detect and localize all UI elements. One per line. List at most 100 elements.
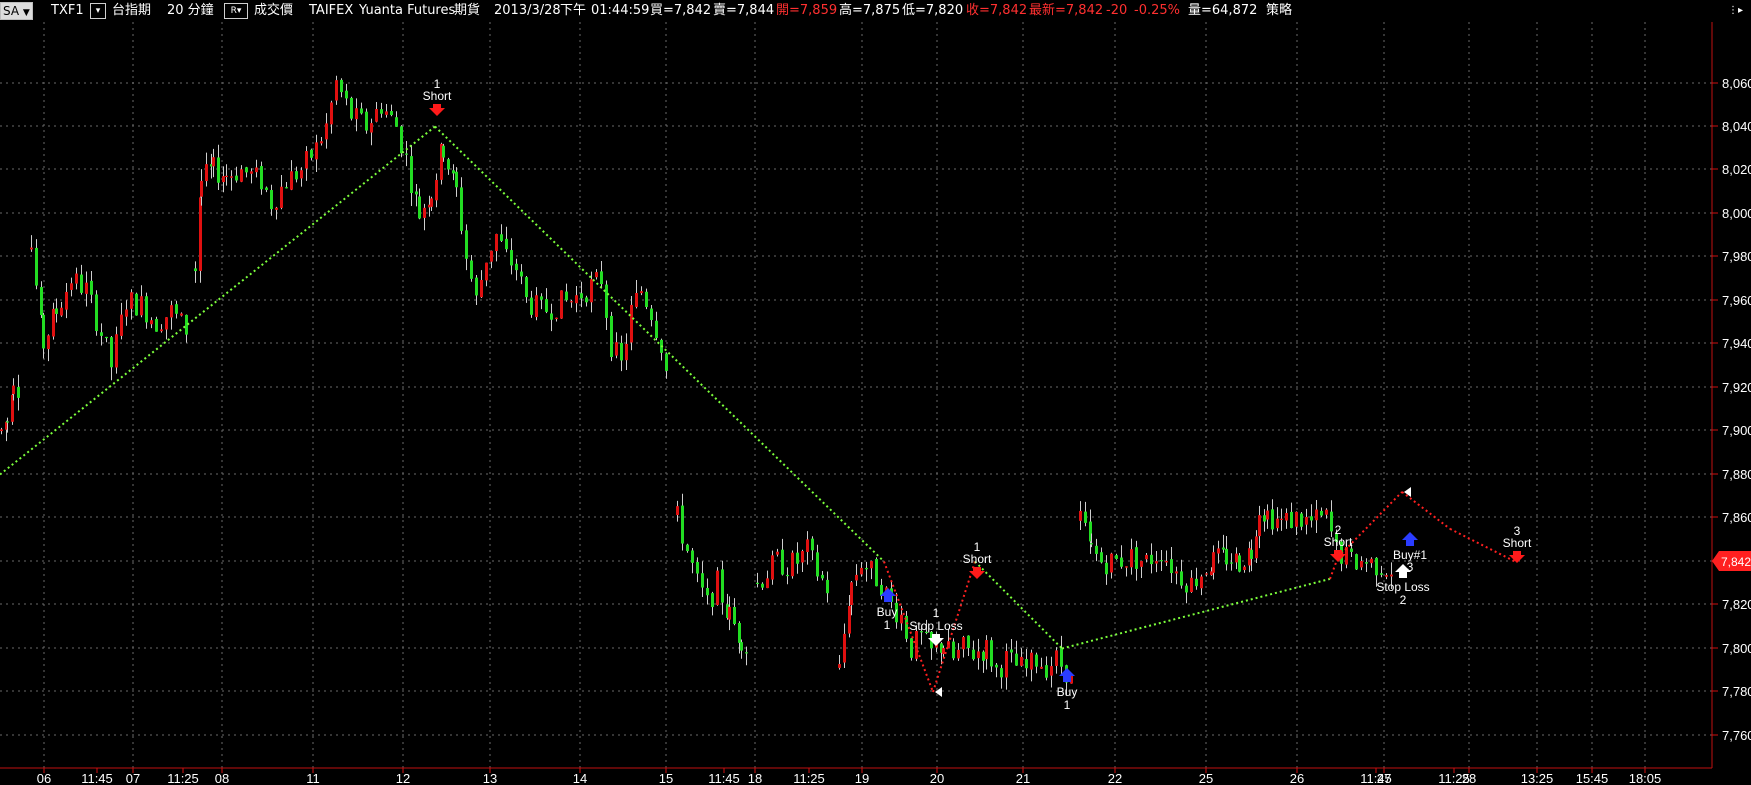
candle-body (686, 544, 689, 552)
candle-body (1212, 552, 1215, 573)
candle-body (510, 250, 513, 266)
candle-body (455, 171, 458, 188)
candle-body (235, 175, 238, 181)
candle-body (390, 111, 393, 116)
short-signal-3-label: Short (1503, 536, 1532, 550)
candle-body (442, 145, 445, 158)
candle-body (1235, 553, 1238, 563)
candle-body (115, 334, 118, 368)
ask-price: 賣=7,844 (713, 3, 775, 18)
candle-body (625, 343, 628, 361)
candle-body (1310, 516, 1313, 521)
trade-line (974, 560, 1063, 650)
stop-loss-2-num: 2 (1400, 593, 1407, 607)
candle-body (560, 290, 563, 319)
candle-body (1165, 560, 1168, 563)
candle-body (665, 353, 668, 371)
candle-body (1263, 515, 1266, 522)
candle-body (745, 652, 748, 654)
candle-body (1060, 648, 1063, 667)
symbol-dropdown-icon[interactable]: ▾ (90, 3, 106, 19)
candle-body (385, 111, 388, 115)
candle-body (160, 329, 163, 332)
candle-body (721, 569, 724, 603)
candle-body (910, 638, 913, 658)
trade-lines (0, 125, 1516, 693)
candle-body (222, 176, 225, 183)
candle-body (875, 559, 878, 587)
buy-arrow-icon (1402, 532, 1418, 546)
candle-body (1365, 562, 1368, 564)
candle-body (175, 304, 178, 314)
candle-body (355, 108, 358, 120)
candle-body (415, 191, 418, 195)
candle-body (738, 622, 741, 643)
candle-body (1380, 573, 1383, 575)
candle-body (776, 551, 779, 555)
candle-body (430, 198, 433, 207)
strategy-menu[interactable]: 策略 (1266, 3, 1292, 19)
candle-body (590, 279, 593, 303)
candle-body (490, 250, 493, 262)
candle-body (1217, 548, 1220, 554)
candle-body (65, 291, 68, 310)
candle-body (95, 294, 98, 332)
x-axis-labels: 06 11:45 07 11:25 08 11 12 13 14 15 11:45 18 11:25 19… (37, 768, 1661, 785)
candle-body (47, 335, 50, 350)
price-type-dropdown[interactable]: R▾ (224, 3, 248, 19)
candle-body (12, 385, 15, 395)
candle-body (405, 153, 408, 155)
candle-body (370, 123, 373, 133)
candle-body (1030, 652, 1033, 670)
x-tick-label: 27 (1377, 771, 1391, 785)
short-signal-2: 2 Short (1324, 523, 1353, 562)
y-tick-label: 7,780 (1722, 684, 1751, 699)
short-signal-1-label: Short (423, 89, 452, 103)
candle-body (270, 190, 273, 210)
candle-body (505, 238, 508, 250)
candle-body (335, 80, 338, 101)
candle-body (821, 574, 824, 579)
candle-body (295, 171, 298, 180)
candle-body (1140, 561, 1143, 567)
y-tick-label: 7,980 (1722, 249, 1751, 264)
x-tick-label: 12 (396, 771, 410, 785)
candle-body (1385, 575, 1388, 577)
price-chart[interactable]: 8,060 8,040 8,020 8,000 7,980 7,960 7,940 7,920… (0, 0, 1751, 785)
mode-value: SA (3, 4, 20, 18)
candle-body (701, 573, 704, 588)
candle-body (740, 642, 743, 651)
candle-body (1258, 515, 1261, 537)
panel-menu-icon[interactable]: ⋮▸ (1728, 3, 1743, 19)
candle-body (100, 332, 103, 336)
candle-body (460, 187, 463, 231)
candle-body (1050, 666, 1053, 676)
x-tick-label: 06 (37, 771, 51, 785)
candle-body (1266, 510, 1269, 520)
candle-body (1222, 547, 1225, 550)
candle-body (995, 664, 998, 668)
candle-body (250, 171, 253, 174)
candle-body (135, 293, 138, 316)
y-tick-label: 7,920 (1722, 380, 1751, 395)
candle-body (300, 170, 303, 179)
candle-body (1000, 668, 1003, 678)
candle-body (515, 263, 518, 271)
candle-body (265, 187, 268, 190)
candle-body (1010, 649, 1013, 653)
candle-body (947, 641, 950, 649)
interval-label[interactable]: 20 分鐘 (167, 3, 214, 19)
y-tick-label: 8,040 (1722, 119, 1751, 134)
candle-body (977, 651, 980, 659)
candle-body (275, 207, 278, 210)
candle-body (200, 180, 203, 197)
candle-body (1055, 650, 1058, 666)
x-tick-label: 13 (483, 771, 497, 785)
candle-body (120, 314, 123, 336)
candle-body (150, 320, 153, 325)
candle-body (650, 308, 653, 321)
candle-body (957, 649, 960, 659)
candle-body (1200, 576, 1203, 589)
last-price-tag: 7,842 (1712, 551, 1751, 571)
mode-selector[interactable]: SA ▼ (0, 2, 33, 20)
